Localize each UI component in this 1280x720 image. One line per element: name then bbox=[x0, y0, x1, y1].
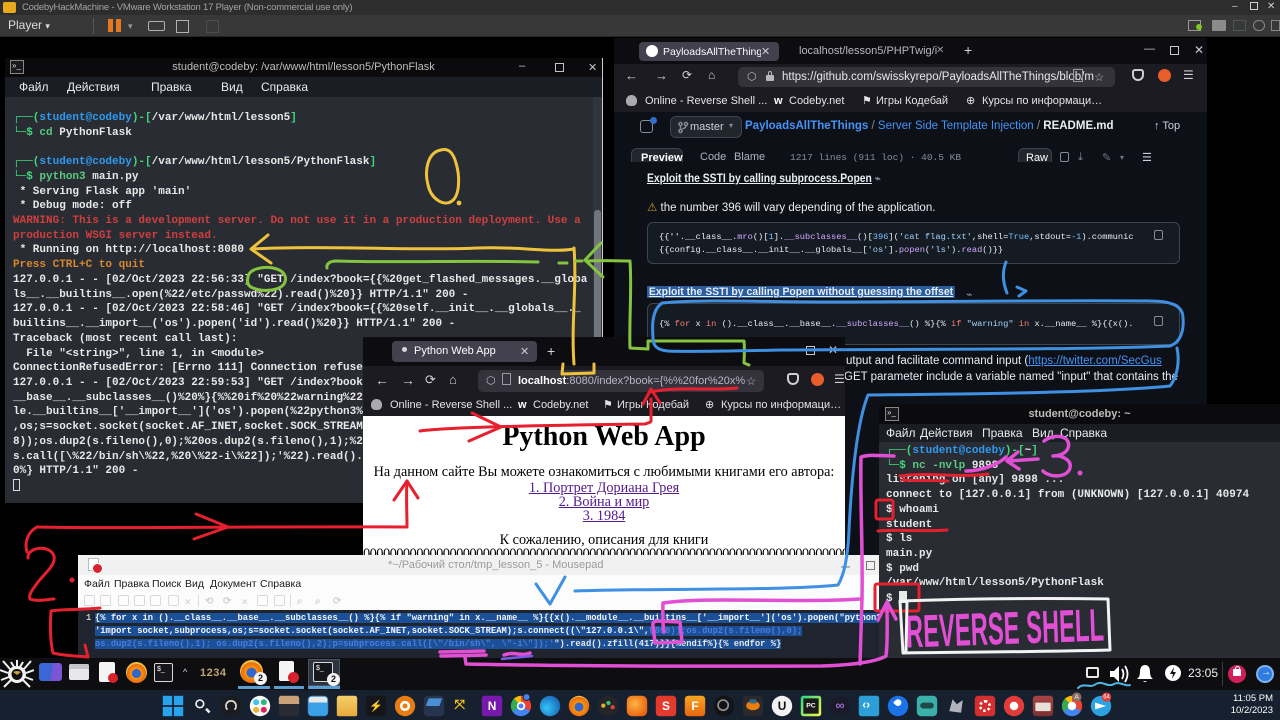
svg-text:REVERSE SHELL: REVERSE SHELL bbox=[905, 599, 1105, 658]
